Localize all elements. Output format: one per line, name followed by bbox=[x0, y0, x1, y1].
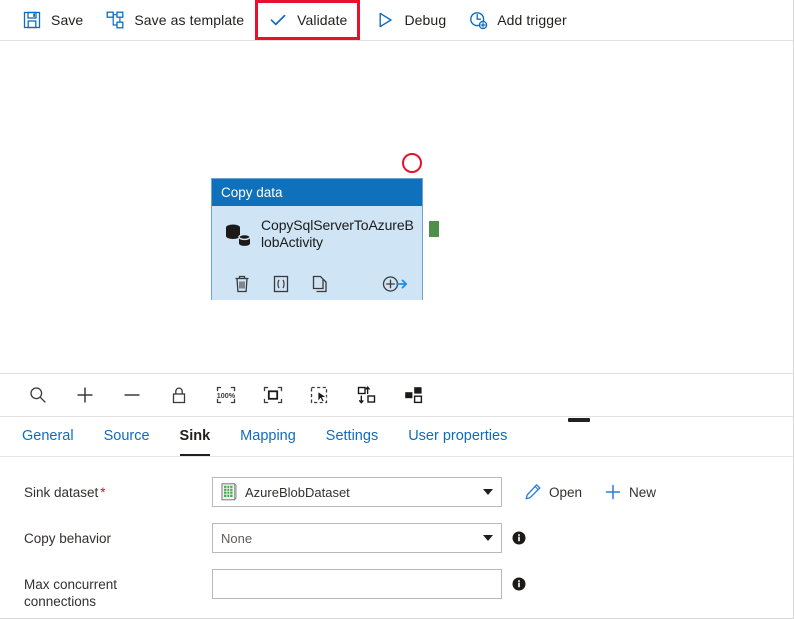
activity-node-body: CopySqlServerToAzureBlobActivity bbox=[212, 206, 422, 300]
debug-button[interactable]: Debug bbox=[367, 5, 454, 35]
layout-icon[interactable] bbox=[398, 380, 430, 410]
open-dataset-button[interactable]: Open bbox=[524, 477, 582, 507]
info-icon[interactable] bbox=[512, 531, 526, 545]
info-icon[interactable] bbox=[512, 577, 526, 591]
save-button-label: Save bbox=[51, 12, 84, 28]
add-trigger-icon bbox=[468, 10, 488, 30]
save-as-template-icon bbox=[105, 10, 125, 30]
canvas-toolbar: 100% bbox=[0, 373, 793, 422]
save-as-template-button-label: Save as template bbox=[134, 12, 245, 28]
zoom-in-icon[interactable] bbox=[69, 380, 101, 410]
delete-icon[interactable] bbox=[230, 273, 254, 295]
max-concurrent-connections-input[interactable] bbox=[212, 569, 502, 599]
zoom-100-percent-icon[interactable]: 100% bbox=[210, 380, 242, 410]
required-marker: * bbox=[100, 485, 106, 500]
zoom-out-icon[interactable] bbox=[116, 380, 148, 410]
activity-properties-panel: General Source Sink Mapping Settings Use… bbox=[0, 417, 793, 618]
max-concurrent-connections-label: Max concurrent connections bbox=[24, 569, 212, 610]
zoom-to-fit-icon[interactable] bbox=[257, 380, 289, 410]
field-row-max-concurrent-connections: Max concurrent connections bbox=[0, 569, 793, 610]
checkmark-icon bbox=[268, 10, 288, 30]
activity-node-name: CopySqlServerToAzureBlobActivity bbox=[261, 217, 414, 250]
play-triangle-icon bbox=[375, 10, 395, 30]
save-icon bbox=[22, 10, 42, 30]
validate-button-label: Validate bbox=[297, 12, 348, 28]
open-dataset-label: Open bbox=[549, 484, 583, 500]
activity-node-header[interactable]: Copy data bbox=[212, 179, 422, 206]
max-concurrent-connections-label-line1: Max concurrent bbox=[24, 577, 118, 592]
pipeline-canvas[interactable]: Copy data CopySqlServerToAzureBlobActivi… bbox=[0, 41, 793, 373]
properties-tabs: General Source Sink Mapping Settings Use… bbox=[0, 417, 793, 457]
copy-behavior-label: Copy behavior bbox=[24, 531, 112, 546]
select-all-icon[interactable] bbox=[304, 380, 336, 410]
sink-dataset-label: Sink dataset * bbox=[24, 477, 212, 501]
tab-general[interactable]: General bbox=[22, 417, 74, 456]
max-concurrent-connections-label-line2: connections bbox=[24, 594, 97, 609]
tab-settings[interactable]: Settings bbox=[326, 417, 378, 456]
sink-dataset-label-text: Sink dataset bbox=[24, 485, 99, 500]
sink-form: Sink dataset * AzureBlobDataset Open New… bbox=[0, 457, 793, 610]
validate-button[interactable]: Validate bbox=[255, 0, 361, 40]
copy-behavior-controls: None bbox=[212, 523, 526, 553]
new-dataset-label: New bbox=[629, 484, 657, 500]
new-dataset-button[interactable]: New bbox=[604, 477, 656, 507]
copy-data-icon bbox=[222, 219, 256, 251]
pencil-icon bbox=[524, 483, 542, 501]
tab-source[interactable]: Source bbox=[104, 417, 150, 456]
debug-button-label: Debug bbox=[404, 12, 447, 28]
chevron-down-icon bbox=[483, 489, 493, 495]
plus-icon bbox=[604, 483, 622, 501]
add-trigger-button-label: Add trigger bbox=[497, 12, 567, 28]
clone-icon[interactable] bbox=[308, 273, 332, 295]
activity-node-copy-data[interactable]: Copy data CopySqlServerToAzureBlobActivi… bbox=[211, 178, 423, 300]
activity-node-actions bbox=[212, 273, 422, 295]
sink-dataset-value: AzureBlobDataset bbox=[245, 484, 350, 500]
copy-behavior-value: None bbox=[221, 530, 253, 546]
tab-sink[interactable]: Sink bbox=[179, 417, 211, 456]
zoom-search-icon[interactable] bbox=[22, 380, 54, 410]
add-trigger-button[interactable]: Add trigger bbox=[460, 5, 575, 35]
lock-icon[interactable] bbox=[163, 380, 195, 410]
command-bar: Save Save as template Validate Debug Add… bbox=[0, 0, 793, 41]
tab-mapping[interactable]: Mapping bbox=[240, 417, 296, 456]
sink-dataset-controls: AzureBlobDataset Open New bbox=[212, 477, 656, 507]
azure-data-factory-pipeline-editor: Save Save as template Validate Debug Add… bbox=[0, 0, 794, 619]
field-row-copy-behavior: Copy behavior None bbox=[0, 523, 793, 557]
node-status-indicator bbox=[402, 153, 422, 173]
add-output-icon[interactable] bbox=[380, 273, 410, 295]
dataset-csv-icon bbox=[221, 483, 237, 501]
tab-user-properties[interactable]: User properties bbox=[408, 417, 507, 456]
copy-behavior-dropdown[interactable]: None bbox=[212, 523, 502, 553]
auto-align-icon[interactable] bbox=[351, 380, 383, 410]
save-button[interactable]: Save bbox=[14, 5, 91, 35]
save-as-template-button[interactable]: Save as template bbox=[97, 5, 252, 35]
zoom-level-text: 100% bbox=[217, 391, 236, 400]
panel-splitter-handle[interactable] bbox=[568, 418, 590, 422]
activity-node-header-label: Copy data bbox=[221, 185, 283, 200]
field-row-sink-dataset: Sink dataset * AzureBlobDataset Open New bbox=[0, 477, 793, 511]
chevron-down-icon bbox=[483, 535, 493, 541]
sink-dataset-dropdown[interactable]: AzureBlobDataset bbox=[212, 477, 502, 507]
node-success-connector[interactable] bbox=[428, 220, 440, 238]
max-concurrent-connections-controls bbox=[212, 569, 526, 599]
code-icon[interactable] bbox=[269, 273, 293, 295]
